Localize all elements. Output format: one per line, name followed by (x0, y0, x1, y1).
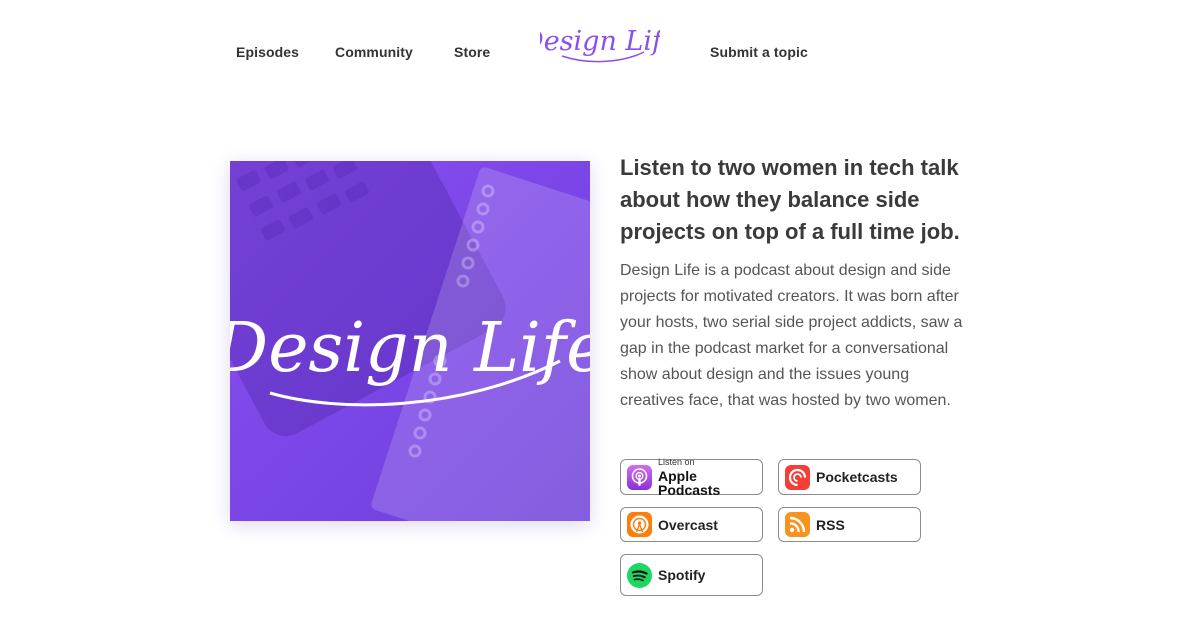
pocketcasts-icon (785, 464, 810, 490)
overcast-icon (627, 512, 652, 537)
svg-text:Design Life: Design Life (230, 309, 590, 388)
nav-link-submit-topic[interactable]: Submit a topic (710, 44, 808, 60)
overcast-label: Overcast (658, 516, 718, 533)
rss-button[interactable]: RSS (778, 507, 921, 542)
hero-headline: Listen to two women in tech talk about h… (620, 155, 960, 244)
rss-icon (785, 512, 810, 537)
podcast-cover-art: Design Life (230, 161, 590, 521)
cover-illustration: Design Life (230, 161, 590, 521)
overcast-button[interactable]: Overcast (620, 507, 763, 542)
nav-link-community[interactable]: Community (335, 44, 413, 60)
top-navigation: Episodes Community Store Design Life Sub… (0, 0, 1200, 100)
spotify-label: Spotify (658, 567, 706, 583)
podcast-description: Design Life is a podcast about design an… (620, 262, 963, 409)
rss-label: RSS (816, 516, 845, 533)
apple-podcasts-button[interactable]: Listen on Apple Podcasts (620, 456, 763, 498)
nav-link-store[interactable]: Store (454, 44, 490, 60)
apple-listen-on-label: Listen on (658, 456, 695, 467)
logo-wordmark: Design Life (521, 26, 678, 63)
apple-podcasts-label: Apple Podcasts (658, 467, 721, 498)
design-life-logo[interactable]: Design Life (521, 14, 678, 72)
pocketcasts-button[interactable]: Pocketcasts (778, 459, 921, 495)
spotify-icon (627, 562, 652, 588)
apple-podcasts-icon (627, 464, 652, 490)
spotify-button[interactable]: Spotify (620, 554, 763, 596)
nav-link-episodes[interactable]: Episodes (236, 44, 299, 60)
pocketcasts-label: Pocketcasts (816, 469, 898, 485)
